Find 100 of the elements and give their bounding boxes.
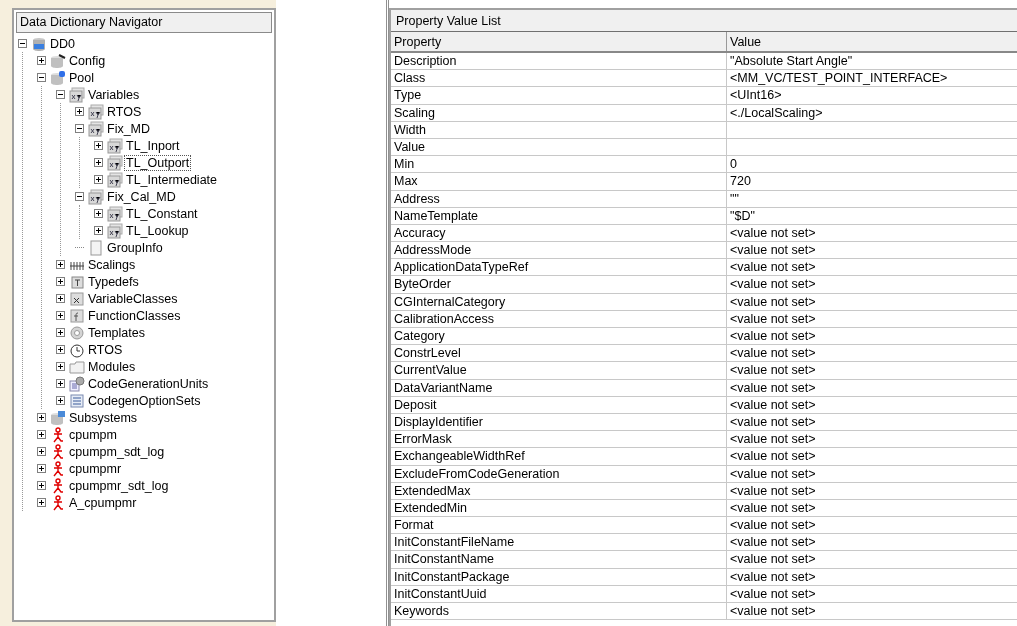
tree-item[interactable]: Modules xyxy=(87,359,137,374)
tree-item[interactable]: RTOS xyxy=(87,342,124,357)
collapse-toggle[interactable] xyxy=(75,192,84,201)
property-cell: Class xyxy=(391,70,727,87)
property-cell: ByteOrder xyxy=(391,276,727,293)
expand-toggle[interactable] xyxy=(75,107,84,116)
expand-toggle[interactable] xyxy=(56,396,65,405)
tree-item[interactable]: cpumpmr_sdt_log xyxy=(68,478,170,493)
expand-toggle[interactable] xyxy=(37,56,46,65)
value-cell-text: <value not set> xyxy=(729,310,817,327)
tree-item[interactable]: CodeGenerationUnits xyxy=(87,376,210,391)
property-cell: DataVariantName xyxy=(391,379,727,396)
expand-toggle[interactable] xyxy=(37,498,46,507)
gear-icon xyxy=(69,324,85,341)
property-cell: ApplicationDataTypeRef xyxy=(391,259,727,276)
expand-toggle[interactable] xyxy=(56,260,65,269)
collapse-toggle[interactable] xyxy=(37,73,46,82)
value-cell-text: <value not set> xyxy=(729,242,817,259)
tree-item[interactable]: Subsystems xyxy=(68,410,139,425)
tree-item[interactable]: Fix_MD xyxy=(106,121,152,136)
expand-toggle[interactable] xyxy=(56,311,65,320)
tree-item[interactable]: TL_Lookup xyxy=(125,223,190,238)
tree-item[interactable]: RTOS xyxy=(106,104,143,119)
tree-item[interactable]: TL_Constant xyxy=(125,206,199,221)
tree-item[interactable]: DD0 xyxy=(49,36,76,51)
property-cell: CGInternalCategory xyxy=(391,293,727,310)
expand-toggle[interactable] xyxy=(37,413,46,422)
value-cell-text: <value not set> xyxy=(729,328,817,345)
xy-icon xyxy=(107,171,123,188)
property-cell: Deposit xyxy=(391,396,727,413)
tree-item[interactable]: Scalings xyxy=(87,257,137,272)
expand-toggle[interactable] xyxy=(94,141,103,150)
expand-toggle[interactable] xyxy=(56,345,65,354)
property-cell: ExtendedMax xyxy=(391,482,727,499)
expand-toggle[interactable] xyxy=(37,430,46,439)
expand-toggle[interactable] xyxy=(56,294,65,303)
expand-toggle[interactable] xyxy=(56,379,65,388)
property-cell: ExcludeFromCodeGeneration xyxy=(391,465,727,482)
property-cell: CalibrationAccess xyxy=(391,310,727,327)
tree-item[interactable]: TL_Inport xyxy=(125,138,181,153)
property-cell: CurrentValue xyxy=(391,362,727,379)
value-cell-text: <value not set> xyxy=(729,362,817,379)
property-cell: Category xyxy=(391,328,727,345)
expand-toggle[interactable] xyxy=(37,464,46,473)
xy-icon xyxy=(107,205,123,222)
tree-item[interactable]: CodegenOptionSets xyxy=(87,393,202,408)
property-cell: Value xyxy=(391,138,727,156)
value-cell-text: <value not set> xyxy=(729,396,817,413)
value-cell-text: <value not set> xyxy=(729,568,817,585)
expand-toggle[interactable] xyxy=(56,362,65,371)
tree-item[interactable]: Config xyxy=(68,53,107,68)
tree-item[interactable]: GroupInfo xyxy=(106,240,164,255)
xy-icon xyxy=(88,103,104,120)
value-cell-text: 720 xyxy=(729,173,752,190)
xy-icon xyxy=(107,154,123,171)
tree-item[interactable]: VariableClasses xyxy=(87,291,179,306)
expand-toggle[interactable] xyxy=(94,158,103,167)
expand-toggle[interactable] xyxy=(37,447,46,456)
tree-item[interactable]: cpumpm_sdt_log xyxy=(68,444,166,459)
value-cell-text: <value not set> xyxy=(729,551,817,568)
value-cell-text: <value not set> xyxy=(729,345,817,362)
property-cell: Max xyxy=(391,173,727,190)
expand-toggle[interactable] xyxy=(56,328,65,337)
expand-toggle[interactable] xyxy=(37,481,46,490)
collapse-toggle[interactable] xyxy=(56,90,65,99)
xy-icon xyxy=(88,120,104,137)
tree-item[interactable]: FunctionClasses xyxy=(87,308,182,323)
expand-toggle[interactable] xyxy=(56,277,65,286)
tree-item[interactable]: cpumpmr xyxy=(68,461,123,476)
collapse-toggle[interactable] xyxy=(75,124,84,133)
value-cell-text: "" xyxy=(729,190,740,207)
value-cell-text: <value not set> xyxy=(729,259,817,276)
tree-item[interactable]: TL_Outport xyxy=(125,155,191,170)
tree-item[interactable]: Typedefs xyxy=(87,274,140,289)
tree-item[interactable]: A_cpumpmr xyxy=(68,495,138,510)
xy-icon xyxy=(69,86,85,103)
value-cell-text: <./LocalScaling> xyxy=(729,104,824,121)
database-icon xyxy=(31,35,47,52)
property-cell: Keywords xyxy=(391,603,727,620)
database-icon xyxy=(50,69,66,86)
expand-toggle[interactable] xyxy=(94,209,103,218)
tree-item[interactable]: TL_Intermediate xyxy=(125,172,219,187)
property-cell: InitConstantPackage xyxy=(391,568,727,585)
xy-icon xyxy=(88,188,104,205)
value-cell-text: <value not set> xyxy=(729,379,817,396)
tree-item[interactable]: Templates xyxy=(87,325,146,340)
tree-item[interactable]: cpumpm xyxy=(68,427,118,442)
expand-toggle[interactable] xyxy=(94,175,103,184)
collapse-toggle[interactable] xyxy=(18,39,27,48)
value-cell-text: <value not set> xyxy=(729,603,817,620)
column-header[interactable]: Value xyxy=(727,32,1017,51)
column-header[interactable]: Property xyxy=(391,32,727,51)
database-icon xyxy=(50,409,66,426)
value-cell-text: "Absolute Start Angle" xyxy=(729,53,854,70)
tree-item[interactable]: Variables xyxy=(87,87,141,102)
property-cell: Width xyxy=(391,121,727,138)
expand-toggle[interactable] xyxy=(94,226,103,235)
xy-icon xyxy=(107,222,123,239)
tree-item[interactable]: Fix_Cal_MD xyxy=(106,189,177,204)
tree-item[interactable]: Pool xyxy=(68,70,96,85)
